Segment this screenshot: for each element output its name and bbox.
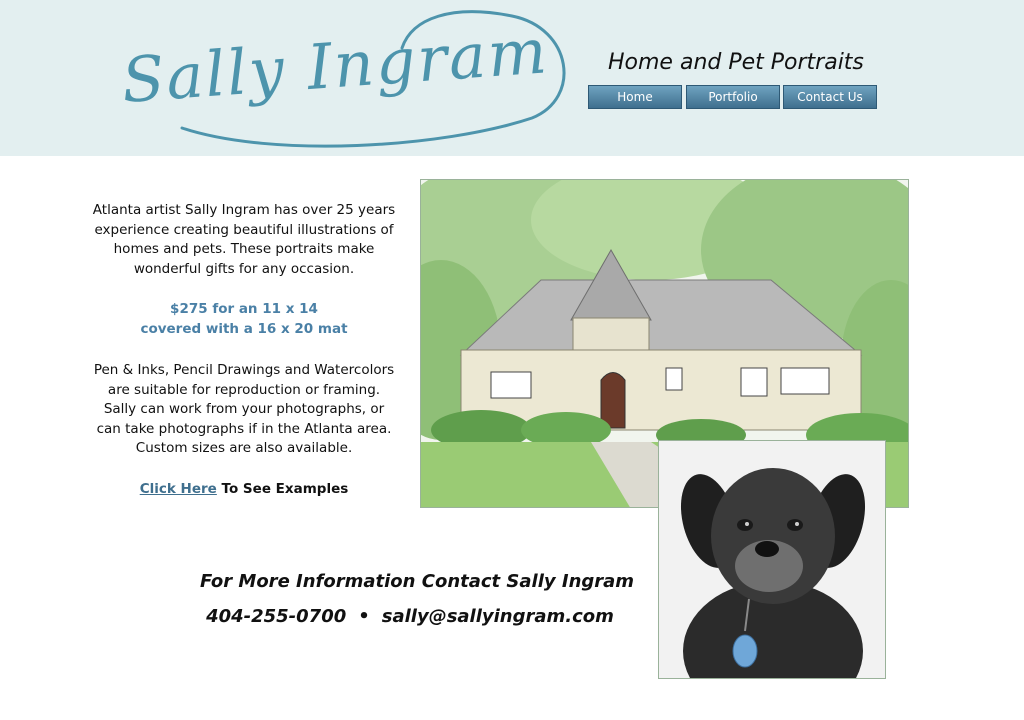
phone-number: 404-255-0700: [206, 606, 347, 627]
intro-paragraph: Atlanta artist Sally Ingram has over 25 …: [92, 201, 396, 279]
tagline: Home and Pet Portraits: [608, 50, 864, 75]
price-line-1: $275 for an 11 x 14: [170, 301, 318, 317]
price-block: $275 for an 11 x 14 covered with a 16 x …: [92, 300, 396, 339]
dog-portrait-image: [658, 440, 886, 679]
nav-portfolio-button[interactable]: Portfolio: [686, 85, 780, 109]
site-header: Sally Ingram Home and Pet Portraits Home…: [0, 0, 1024, 156]
examples-suffix: To See Examples: [216, 481, 349, 497]
click-here-link[interactable]: Click Here: [140, 481, 217, 497]
logo[interactable]: Sally Ingram: [112, 8, 572, 148]
details-text: Pen & Inks, Pencil Drawings and Watercol…: [93, 362, 395, 456]
contact-heading: For More Information Contact Sally Ingra…: [200, 571, 635, 592]
nav-contact-button[interactable]: Contact Us: [783, 85, 877, 109]
details-paragraph: Pen & Inks, Pencil Drawings and Watercol…: [92, 361, 396, 459]
email-address[interactable]: sally@sallyingram.com: [382, 606, 614, 627]
examples-line: Click Here To See Examples: [92, 480, 396, 500]
price-line-2: covered with a 16 x 20 mat: [140, 320, 348, 337]
nav-home-button[interactable]: Home: [588, 85, 682, 109]
contact-details: 404-255-0700 • sally@sallyingram.com: [200, 606, 620, 627]
dog-illustration: [659, 441, 885, 678]
separator-dot: •: [358, 606, 370, 627]
intro-text: Atlanta artist Sally Ingram has over 25 …: [92, 202, 396, 277]
